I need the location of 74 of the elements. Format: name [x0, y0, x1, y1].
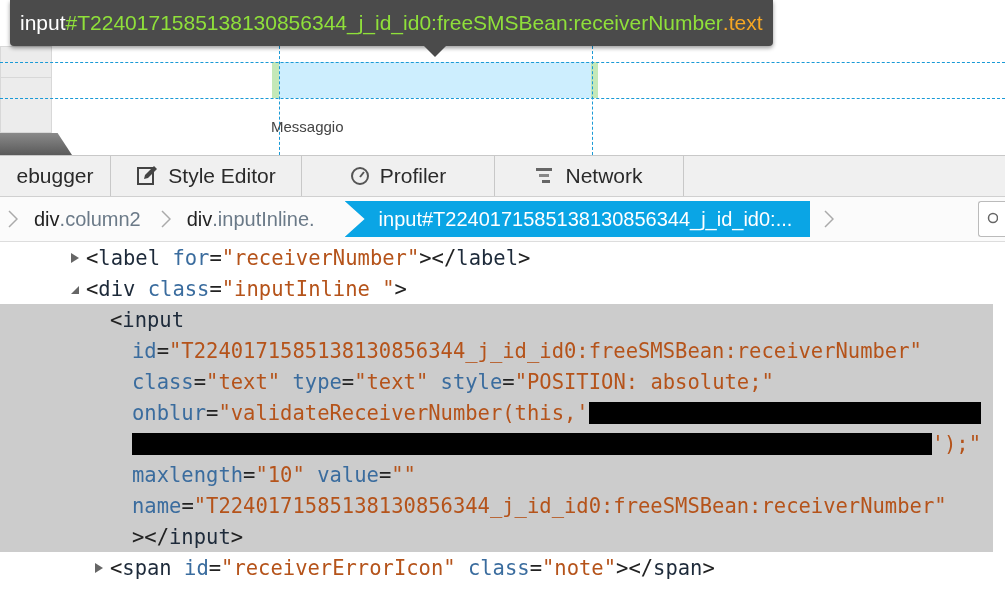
markup-token: >: [230, 524, 244, 549]
markup-token: type: [292, 369, 342, 394]
chevron-icon: [160, 210, 171, 228]
toolbox-tab[interactable]: Profiler: [302, 156, 495, 196]
collapsed-arrow-icon[interactable]: [70, 251, 80, 264]
markup-token: "": [391, 462, 416, 487]
toolbox-tab[interactable]: Network: [495, 156, 684, 196]
chevron-icon: [8, 210, 18, 228]
tooltip-arrow: [424, 46, 446, 57]
markup-token: span: [122, 555, 173, 580]
markup-token: maxlength: [132, 462, 244, 487]
chevron-icon: [824, 210, 835, 228]
search-icon: [986, 212, 998, 226]
breadcrumb[interactable]: div.inputInline.: [170, 201, 335, 237]
markup-token: "T2240171585138130856344_j_id_id0:freeSMSBean:receiverNumber": [169, 338, 922, 363]
markup-token: "note": [542, 555, 617, 580]
markup-token: ></: [132, 524, 170, 549]
markup-token: value: [317, 462, 379, 487]
markup-token: onblur: [132, 400, 207, 425]
markup-token: "T2240171585138130856344_j_id_id0:freeSMSBean:receiverNumber": [193, 493, 947, 518]
gauge-icon: [349, 166, 370, 186]
markup-token: "validateReceiverNumber(this,': [218, 400, 589, 425]
markup-token: <: [86, 245, 99, 270]
node-tooltip: input#T2240171585138130856344_j_id_id0:freeSMSBean:receiverNumber.text: [10, 0, 773, 46]
markup-token: =: [341, 369, 355, 394]
markup-token: "receiverErrorIcon": [221, 555, 457, 580]
markup-token: =: [529, 555, 542, 580]
markup-token: label: [456, 245, 518, 270]
markup-token: class: [132, 369, 194, 394]
markup-token: input: [169, 524, 231, 549]
toolbox-tab[interactable]: Style Editor: [111, 156, 302, 196]
markup-token: input: [122, 307, 185, 332]
markup-token: =: [502, 369, 515, 394]
toolbox-tab[interactable]: ebugger: [0, 156, 111, 196]
markup-token: =: [208, 555, 222, 580]
markup-token: "POSITION: absolute;": [514, 369, 774, 394]
markup-token: style: [440, 369, 503, 394]
markup-token: <: [110, 555, 123, 580]
markup-token: >: [702, 555, 715, 580]
markup-token: <: [110, 307, 123, 332]
markup-token: =: [156, 338, 170, 363]
field-label: Messaggio: [271, 118, 344, 135]
markup-token: "inputInline ": [221, 276, 395, 301]
markup-token: "text": [206, 369, 282, 394]
markup-token: div: [98, 276, 137, 301]
collapsed-arrow-icon[interactable]: [94, 561, 104, 574]
markup-token: >: [518, 245, 531, 270]
markup-token: "10": [255, 462, 306, 487]
markup-token: ');": [931, 431, 981, 456]
markup-token: =: [193, 369, 207, 394]
markup-token: ></: [419, 245, 457, 270]
markup-token: class: [147, 276, 210, 301]
markup-token: ></: [616, 555, 654, 580]
markup-token: label: [98, 245, 162, 270]
markup-token: =: [378, 462, 392, 487]
markup-token: "receiverNumber": [221, 245, 420, 270]
markup-token: =: [209, 245, 222, 270]
markup-token: id: [184, 555, 209, 580]
markup-token: span: [653, 555, 703, 580]
markup-token: "text": [354, 369, 430, 394]
markup-token: class: [467, 555, 530, 580]
markup-token: name: [132, 493, 182, 518]
markup-token: <: [86, 276, 99, 301]
markup-token: =: [181, 493, 194, 518]
markup-token: =: [206, 400, 219, 425]
breadcrumb[interactable]: div.column2: [18, 201, 161, 237]
search-field[interactable]: [978, 201, 1005, 237]
edit-icon: [136, 165, 159, 187]
selected-node-highlight[interactable]: [0, 304, 993, 552]
markup-token: id: [132, 338, 157, 363]
markup-token: =: [243, 462, 256, 487]
markup-token: =: [209, 276, 222, 301]
markup-token: for: [172, 245, 210, 270]
markup-token: >: [394, 276, 407, 301]
